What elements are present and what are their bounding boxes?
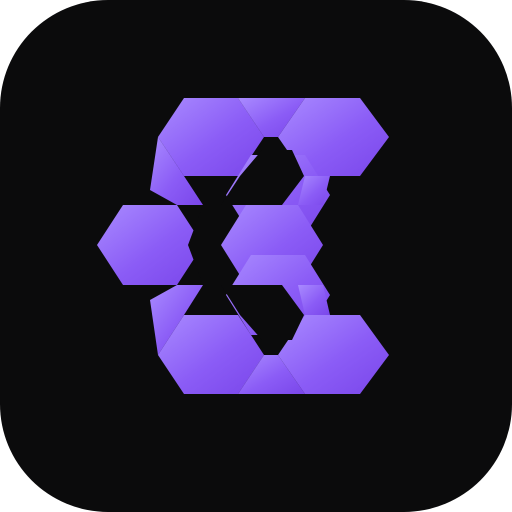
app-icon (0, 0, 512, 512)
icon-stage (0, 0, 512, 512)
